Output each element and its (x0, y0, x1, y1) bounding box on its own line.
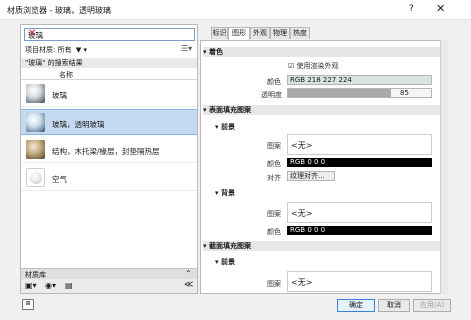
funnel-icon[interactable]: ▼ (76, 46, 81, 54)
background-title: 背景 (220, 189, 235, 197)
cut-pattern-preview[interactable]: <无> (287, 271, 432, 292)
window-title: 材质浏览器 - 玻璃，透明玻璃 (7, 6, 111, 15)
pattern-value: <无> (291, 141, 313, 150)
properties-panel: ▾ 着色 ☑ 使用渲染外观 颜色 RGB 218 227 224 透明度 85 … (200, 40, 441, 294)
expand-library-icon[interactable]: ≪ (184, 280, 193, 290)
filter-dropdown[interactable]: 项目材质: 所有 ▼ ▾ (25, 45, 87, 55)
cut-pattern-label: 图案 (267, 280, 281, 288)
background-subsection[interactable]: ▾ 背景 (215, 188, 440, 198)
cancel-button[interactable]: 取消 (378, 299, 410, 312)
tab-physical[interactable]: 物理 (270, 27, 290, 39)
clear-search-icon[interactable]: ✕ (28, 28, 191, 39)
shading-section-header[interactable]: ▾ 着色 (203, 47, 440, 57)
material-thumbnail (26, 84, 45, 103)
library-header[interactable]: 材质库 ⌃ (21, 268, 197, 279)
color-label: 颜色 (267, 78, 281, 86)
list-item[interactable]: 玻璃 (21, 81, 197, 107)
scrollbar[interactable] (440, 40, 448, 294)
material-thumbnail (26, 113, 45, 132)
tab-appearance[interactable]: 外观 (250, 27, 270, 39)
cut-pattern-title: 截面填充图案 (208, 242, 251, 250)
texture-align-label: 纹理对齐... (290, 172, 325, 180)
pattern-label: 图案 (267, 142, 281, 150)
bg-pattern-value: <无> (291, 209, 313, 218)
column-label: 名称 (59, 71, 73, 79)
material-name: 玻璃 (52, 91, 67, 100)
texture-align-button[interactable]: 纹理对齐... (287, 171, 335, 181)
asset-browser-icon[interactable]: ▤ (65, 281, 73, 290)
color-value: RGB 218 227 224 (290, 76, 352, 84)
cut-pattern-section-header[interactable]: ▾ 截面填充图案 (203, 241, 440, 251)
foreground-title: 前景 (220, 123, 235, 131)
tab-graphics[interactable]: 图形 (228, 27, 250, 40)
fg-color-label: 颜色 (267, 160, 281, 168)
fg-color-swatch[interactable]: RGB 0 0 0 (287, 158, 432, 167)
create-material-icon[interactable]: ◉▾ (45, 281, 56, 290)
apply-button[interactable]: 应用(A) (413, 299, 451, 312)
color-swatch[interactable]: RGB 218 227 224 (287, 75, 432, 85)
material-list-panel: 玻璃 ✕ 项目材质: 所有 ▼ ▾ ☰▾ "玻璃" 的搜索结果 名称 玻璃 玻璃… (20, 24, 198, 294)
view-options-icon[interactable]: ☰▾ (181, 44, 192, 53)
transparency-slider[interactable]: 85 (287, 88, 432, 98)
list-item-selected[interactable]: 玻璃，透明玻璃 (21, 109, 197, 135)
title-bar: 材质浏览器 - 玻璃，透明玻璃 ? ✕ (0, 0, 471, 20)
tab-identity[interactable]: 标识 (211, 27, 228, 39)
chevron-down-icon[interactable]: ▾ (83, 46, 87, 54)
library-toolbar: ▣▾ ◉▾ ▤ ≪ (21, 279, 197, 293)
filter-label: 项目材质: 所有 (25, 46, 72, 54)
collapse-icon[interactable]: ⌃ (185, 269, 192, 278)
cut-foreground-subsection[interactable]: ▾ 前景 (215, 257, 440, 267)
column-header-name[interactable]: 名称 (21, 68, 197, 80)
bg-color-label: 颜色 (267, 228, 281, 236)
cut-foreground-title: 前景 (220, 258, 235, 266)
material-name: 空气 (52, 175, 67, 184)
material-thumbnail (26, 140, 45, 159)
asset-icon[interactable]: ⊞ (22, 299, 34, 310)
list-item[interactable]: 结构，木托梁/椽层，封垫隔热层 (21, 137, 197, 163)
surface-pattern-section-header[interactable]: ▾ 表面填充图案 (203, 105, 440, 115)
ok-button[interactable]: 确定 (337, 299, 375, 312)
transparency-value: 85 (400, 89, 409, 97)
close-button[interactable]: ✕ (436, 2, 445, 15)
fg-color-value: RGB 0 0 0 (290, 158, 326, 166)
align-label: 对齐 (267, 174, 281, 182)
search-results-caption: "玻璃" 的搜索结果 (21, 58, 197, 68)
transparency-label: 透明度 (261, 91, 282, 99)
foreground-subsection[interactable]: ▾ 前景 (215, 122, 440, 132)
surface-pattern-title: 表面填充图案 (208, 106, 251, 114)
bg-color-value: RGB 0 0 0 (290, 226, 326, 234)
bg-color-swatch[interactable]: RGB 0 0 0 (287, 226, 432, 235)
library-manager-icon[interactable]: ▣▾ (25, 281, 37, 290)
search-field[interactable]: 玻璃 ✕ (24, 28, 195, 41)
material-name: 玻璃，透明玻璃 (52, 120, 105, 129)
pattern-preview[interactable]: <无> (287, 134, 432, 155)
bg-pattern-label: 图案 (267, 210, 281, 218)
bg-pattern-preview[interactable]: <无> (287, 202, 432, 223)
help-button[interactable]: ? (409, 4, 414, 14)
shading-section-title: 着色 (208, 48, 223, 56)
use-render-checkbox[interactable]: ☑ 使用渲染外观 (288, 61, 339, 71)
material-name: 结构，木托梁/椽层，封垫隔热层 (52, 147, 160, 156)
use-render-label: 使用渲染外观 (296, 62, 339, 70)
cut-pattern-value: <无> (291, 278, 313, 287)
tab-thermal[interactable]: 热度 (290, 27, 310, 39)
material-thumbnail (26, 168, 45, 187)
list-item[interactable]: 空气 (21, 165, 197, 191)
